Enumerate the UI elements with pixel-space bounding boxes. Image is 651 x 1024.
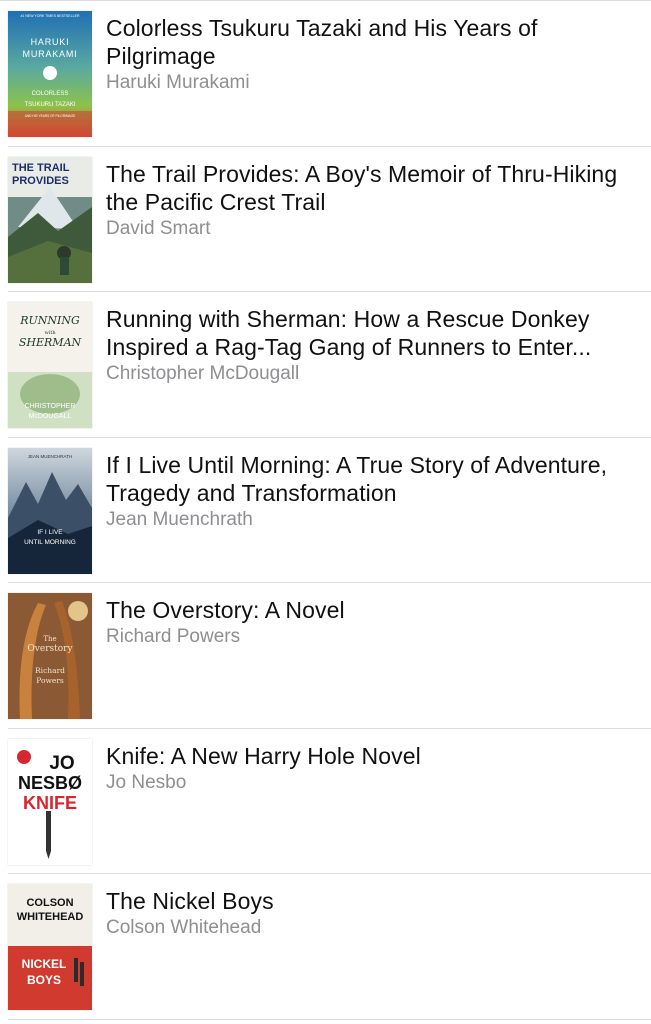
book-cover[interactable]: RUNNING with SHERMAN CHRISTOPHER McDOUGA… [8, 302, 92, 428]
list-item[interactable]: JEAN MUENCHRATH IF I LIVE UNTIL MORNING … [0, 438, 651, 583]
svg-text:#1 NEW YORK TIMES BESTSELLER: #1 NEW YORK TIMES BESTSELLER [20, 14, 79, 18]
svg-text:Overstory: Overstory [27, 644, 73, 654]
book-author: David Smart [106, 217, 211, 239]
book-author: Haruki Murakami [106, 72, 250, 93]
book-list: #1 NEW YORK TIMES BESTSELLER HARUKI MURA… [0, 0, 651, 1024]
svg-text:KNIFE: KNIFE [23, 793, 77, 813]
book-cover-art: The Overstory Richard Powers [8, 593, 92, 719]
svg-text:The: The [43, 635, 56, 643]
book-cover[interactable]: The Overstory Richard Powers [8, 593, 92, 719]
svg-text:PROVIDES: PROVIDES [12, 175, 69, 187]
book-title: The Trail Provides: A Boy's Memoir of Th… [106, 160, 618, 215]
list-item[interactable]: THE TRAIL PROVIDES The Trail Provides: A… [0, 147, 651, 292]
svg-text:BOYS: BOYS [27, 973, 61, 987]
list-item[interactable]: #1 NEW YORK TIMES BESTSELLER HARUKI MURA… [0, 1, 651, 147]
book-cover-art: RUNNING with SHERMAN CHRISTOPHER McDOUGA… [8, 302, 92, 428]
book-title: Colorless Tsukuru Tazaki and His Years o… [106, 15, 538, 69]
book-author: Christopher McDougall [106, 363, 300, 384]
svg-text:SHERMAN: SHERMAN [19, 336, 82, 349]
svg-text:Richard: Richard [35, 666, 65, 675]
svg-text:JO: JO [49, 753, 74, 774]
book-cover-art: JO NESBØ KNIFE [8, 738, 92, 865]
book-author: Jo Nesbo [106, 771, 187, 793]
book-author: Jean Muenchrath [106, 508, 253, 530]
book-author: Colson Whitehead [106, 917, 262, 938]
list-item[interactable]: JO NESBØ KNIFE Knife: A New Harry Hole N… [0, 729, 651, 874]
svg-text:THE TRAIL: THE TRAIL [12, 162, 70, 174]
svg-text:CHRISTOPHER: CHRISTOPHER [25, 403, 76, 410]
svg-text:RUNNING: RUNNING [19, 314, 80, 327]
book-title: Running with Sherman: How a Rescue Donke… [106, 306, 592, 360]
book-title: The Nickel Boys [106, 888, 274, 914]
book-author: Richard Powers [106, 626, 241, 647]
svg-text:IF I LIVE: IF I LIVE [37, 529, 63, 536]
svg-text:COLORLESS: COLORLESS [32, 91, 69, 97]
book-title: The Overstory: A Novel [106, 597, 345, 623]
svg-text:HARUKI: HARUKI [31, 37, 70, 47]
book-cover[interactable]: JO NESBØ KNIFE [8, 738, 92, 865]
svg-text:COLSON: COLSON [26, 897, 73, 909]
book-cover[interactable]: COLSON WHITEHEAD NICKEL BOYS [8, 884, 92, 1010]
svg-text:AND HIS YEARS OF PILGRIMAGE: AND HIS YEARS OF PILGRIMAGE [25, 114, 76, 118]
book-cover-art: COLSON WHITEHEAD NICKEL BOYS [8, 884, 92, 1010]
book-title: If I Live Until Morning: A True Story of… [106, 451, 608, 506]
svg-text:UNTIL MORNING: UNTIL MORNING [24, 539, 76, 546]
svg-text:McDOUGALL: McDOUGALL [29, 413, 72, 420]
svg-text:MURAKAMI: MURAKAMI [23, 49, 78, 59]
svg-text:WHITEHEAD: WHITEHEAD [17, 911, 84, 923]
list-item[interactable]: COLSON WHITEHEAD NICKEL BOYS The Nickel … [0, 874, 651, 1020]
svg-text:NICKEL: NICKEL [22, 957, 67, 971]
list-item[interactable]: RUNNING with SHERMAN CHRISTOPHER McDOUGA… [0, 292, 651, 438]
book-cover-art: THE TRAIL PROVIDES [8, 156, 92, 283]
svg-text:NESBØ: NESBØ [18, 773, 82, 793]
list-item[interactable]: The Overstory Richard Powers The Oversto… [0, 583, 651, 729]
svg-text:Powers: Powers [36, 676, 64, 685]
svg-text:JEAN MUENCHRATH: JEAN MUENCHRATH [28, 454, 72, 459]
book-title: Knife: A New Harry Hole Novel [106, 742, 421, 769]
book-cover-art: JEAN MUENCHRATH IF I LIVE UNTIL MORNING [8, 447, 92, 574]
book-cover-art: #1 NEW YORK TIMES BESTSELLER HARUKI MURA… [8, 11, 92, 137]
svg-text:TSUKURU TAZAKI: TSUKURU TAZAKI [24, 102, 75, 108]
book-cover[interactable]: THE TRAIL PROVIDES [8, 156, 92, 283]
book-cover[interactable]: #1 NEW YORK TIMES BESTSELLER HARUKI MURA… [8, 11, 92, 137]
book-cover[interactable]: JEAN MUENCHRATH IF I LIVE UNTIL MORNING [8, 447, 92, 574]
